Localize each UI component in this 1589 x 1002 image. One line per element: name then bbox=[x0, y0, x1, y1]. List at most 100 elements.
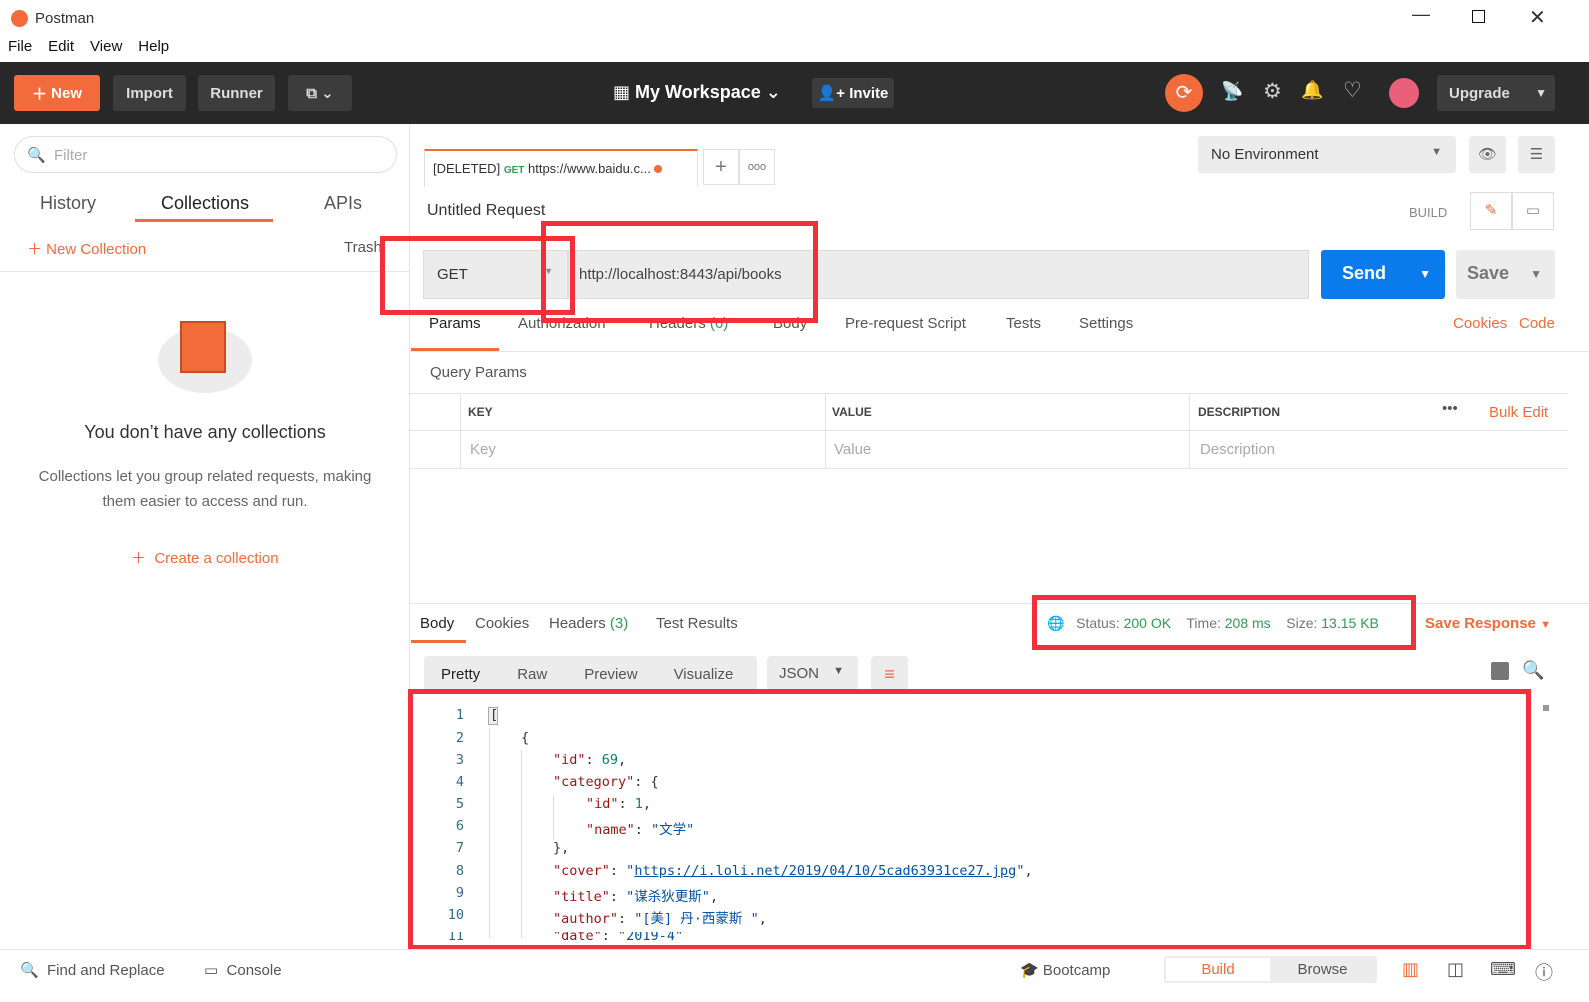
workspace-selector[interactable]: ▦ My Workspace ⌄ bbox=[613, 82, 781, 103]
view-visualize[interactable]: Visualize bbox=[674, 666, 734, 683]
key-input[interactable]: Key bbox=[470, 441, 496, 458]
bootcamp-button[interactable]: 🎓 Bootcamp bbox=[1020, 961, 1110, 979]
request-title[interactable]: Untitled Request bbox=[427, 202, 545, 220]
method-select[interactable]: GET ▼ bbox=[423, 250, 568, 299]
format-select[interactable]: JSON ▼ bbox=[767, 656, 858, 693]
empty-desc-1: Collections let you group related reques… bbox=[38, 468, 372, 485]
line-number: 4 bbox=[455, 774, 464, 790]
comments-icon[interactable]: ▭ bbox=[1512, 192, 1554, 230]
eye-icon[interactable]: 👁 bbox=[1469, 136, 1506, 173]
edit-icon[interactable]: ✎ bbox=[1470, 192, 1512, 230]
build-mode-button[interactable]: Build bbox=[1166, 958, 1270, 981]
tab-authorization[interactable]: Authorization bbox=[518, 315, 606, 332]
json-key: "id" bbox=[586, 796, 619, 812]
time-value: 208 ms bbox=[1224, 615, 1271, 631]
environment-settings-icon[interactable]: ☰ bbox=[1518, 136, 1555, 173]
create-collection-link[interactable]: ＋ Create a collection bbox=[131, 547, 279, 568]
copy-icon[interactable] bbox=[1491, 662, 1509, 680]
invite-button[interactable]: 👤+ Invite bbox=[812, 78, 894, 108]
minimize-button[interactable]: — bbox=[1412, 4, 1430, 25]
new-collection-button[interactable]: ＋ New Collection bbox=[27, 238, 146, 259]
line-number: 5 bbox=[455, 796, 464, 812]
url-value: http://localhost:8443/api/books bbox=[579, 266, 782, 283]
send-label: Send bbox=[1342, 263, 1387, 283]
filter-input[interactable]: 🔍 Filter bbox=[14, 136, 397, 173]
line-number: 2 bbox=[455, 730, 464, 746]
environment-select[interactable]: No Environment ▼ bbox=[1198, 136, 1456, 173]
format-label: JSON bbox=[779, 665, 820, 682]
build-label: BUILD bbox=[1409, 205, 1448, 220]
line-number: 8 bbox=[455, 863, 464, 879]
menu-view[interactable]: View bbox=[90, 38, 122, 62]
upgrade-button[interactable]: Upgrade ▼ bbox=[1437, 75, 1555, 111]
view-preview[interactable]: Preview bbox=[584, 666, 637, 683]
maximize-button[interactable] bbox=[1472, 10, 1485, 23]
new-button[interactable]: ＋ New bbox=[14, 75, 100, 111]
search-icon[interactable]: 🔍 bbox=[1522, 660, 1544, 681]
view-mode-group: Pretty Raw Preview Visualize bbox=[424, 656, 757, 693]
request-tab[interactable]: [DELETED] GET https://www.baidu.c... bbox=[424, 149, 698, 187]
console-button[interactable]: ▭ Console bbox=[204, 961, 282, 979]
tab-pre-request-script[interactable]: Pre-request Script bbox=[845, 315, 966, 332]
response-tab-headers[interactable]: Headers (3) bbox=[549, 615, 628, 632]
save-response-button[interactable]: Save Response ▼ bbox=[1425, 615, 1551, 632]
response-meta: 🌐 Status: 200 OK Time: 208 ms Size: 13.1… bbox=[1047, 615, 1379, 632]
find-label: Find and Replace bbox=[47, 962, 165, 979]
tab-apis[interactable]: APIs bbox=[324, 193, 362, 214]
avatar[interactable] bbox=[1389, 78, 1419, 108]
menu-edit[interactable]: Edit bbox=[48, 38, 74, 62]
sync-icon[interactable]: ⟳ bbox=[1165, 74, 1203, 112]
description-input[interactable]: Description bbox=[1200, 441, 1275, 458]
layout-icon[interactable]: ◫ bbox=[1447, 959, 1464, 980]
url-input[interactable]: http://localhost:8443/api/books bbox=[568, 250, 1309, 299]
new-window-button[interactable]: ⧉ ⌄ bbox=[288, 75, 352, 111]
find-replace-button[interactable]: 🔍 Find and Replace bbox=[20, 961, 165, 979]
two-pane-icon[interactable]: ▥ bbox=[1402, 959, 1419, 980]
cookies-link[interactable]: Cookies bbox=[1453, 315, 1507, 332]
response-tab-test-results[interactable]: Test Results bbox=[656, 615, 738, 632]
body-underline bbox=[411, 640, 466, 643]
json-key: "id" bbox=[553, 752, 586, 768]
save-button[interactable]: Save ▼ bbox=[1456, 250, 1555, 299]
value-input[interactable]: Value bbox=[834, 441, 871, 458]
keyboard-icon[interactable]: ⌨ bbox=[1490, 959, 1516, 980]
tab-tests[interactable]: Tests bbox=[1006, 315, 1041, 332]
tab-headers[interactable]: Headers (6) bbox=[649, 315, 728, 332]
tab-settings[interactable]: Settings bbox=[1079, 315, 1133, 332]
trash-link[interactable]: Trash bbox=[344, 239, 382, 256]
view-raw[interactable]: Raw bbox=[517, 666, 547, 683]
bulk-edit-link[interactable]: Bulk Edit bbox=[1489, 404, 1548, 421]
unsaved-dot-icon bbox=[654, 165, 663, 173]
tab-params[interactable]: Params bbox=[429, 315, 481, 332]
params-table: KEY VALUE DESCRIPTION ••• Bulk Edit Key … bbox=[410, 393, 1568, 469]
browse-mode-button[interactable]: Browse bbox=[1270, 958, 1375, 981]
satellite-icon[interactable]: 📡 bbox=[1221, 81, 1243, 102]
response-tab-cookies[interactable]: Cookies bbox=[475, 615, 529, 632]
wrap-lines-icon[interactable]: ≡ bbox=[871, 656, 908, 693]
code-link[interactable]: Code bbox=[1519, 315, 1555, 332]
scrollbar[interactable] bbox=[1543, 705, 1549, 711]
tab-body[interactable]: Body bbox=[773, 315, 807, 332]
notifications-icon[interactable]: 🔔 bbox=[1301, 80, 1323, 101]
tab-collections[interactable]: Collections bbox=[161, 193, 249, 214]
menu-file[interactable]: File bbox=[8, 38, 32, 62]
view-pretty[interactable]: Pretty bbox=[441, 666, 480, 683]
cover-link[interactable]: https://i.loli.net/2019/04/10/5cad63931c… bbox=[634, 863, 1016, 879]
column-key: KEY bbox=[468, 405, 493, 419]
response-tab-body[interactable]: Body bbox=[420, 615, 454, 632]
divider bbox=[410, 603, 1589, 604]
runner-button[interactable]: Runner bbox=[198, 75, 275, 111]
settings-icon[interactable]: ⚙ bbox=[1263, 79, 1282, 104]
close-button[interactable]: ✕ bbox=[1529, 5, 1546, 30]
send-button[interactable]: Send ▼ bbox=[1321, 250, 1445, 299]
more-tabs-button[interactable]: ooo bbox=[739, 149, 775, 185]
size-value: 13.15 KB bbox=[1321, 615, 1379, 631]
heart-icon[interactable]: ♡ bbox=[1343, 78, 1362, 103]
tab-history[interactable]: History bbox=[40, 193, 96, 214]
help-icon[interactable]: ⓘ bbox=[1535, 959, 1553, 985]
import-button[interactable]: Import bbox=[113, 75, 186, 111]
menu-help[interactable]: Help bbox=[138, 38, 169, 62]
tab-url: https://www.baidu.c... bbox=[528, 161, 651, 176]
add-tab-button[interactable]: + bbox=[703, 149, 739, 185]
more-options-icon[interactable]: ••• bbox=[1442, 400, 1458, 417]
